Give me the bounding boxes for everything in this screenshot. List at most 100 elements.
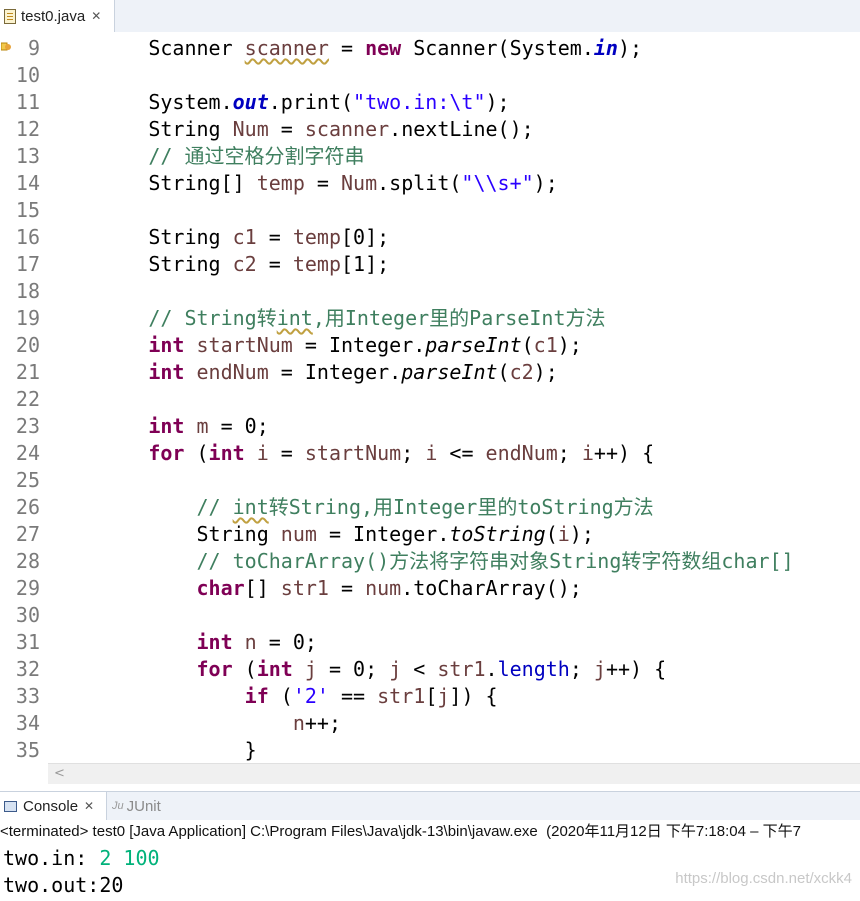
code-token: n bbox=[292, 711, 305, 735]
line-number: 29 bbox=[15, 576, 40, 600]
line-number: 15 bbox=[15, 198, 40, 222]
line-number: 21 bbox=[15, 360, 40, 384]
code-line[interactable]: System.out.print("two.in:\t"); bbox=[52, 89, 510, 116]
code-line[interactable]: String c2 = temp[1]; bbox=[52, 251, 389, 278]
code-line[interactable]: if ('2' == str1[j]) { bbox=[52, 683, 498, 710]
code-token: char bbox=[196, 576, 245, 600]
code-line[interactable]: } bbox=[52, 737, 257, 763]
console-output-line: two.in: 2 100 bbox=[3, 844, 160, 872]
code-token: c2 bbox=[509, 360, 534, 384]
tab-junit-label: JUnit bbox=[126, 797, 161, 815]
code-token: Num bbox=[341, 171, 378, 195]
code-line[interactable]: for (int j = 0; j < str1.length; j++) { bbox=[52, 656, 667, 683]
tab-junit[interactable]: Ju JUnit bbox=[112, 792, 161, 820]
code-token: str1 bbox=[280, 576, 329, 600]
code-token: == bbox=[328, 684, 378, 708]
code-line[interactable]: String num = Integer.toString(i); bbox=[52, 521, 594, 548]
console-status-line: <terminated> test0 [Java Application] C:… bbox=[0, 820, 860, 844]
code-token: String bbox=[52, 522, 281, 546]
code-line[interactable]: int endNum = Integer.parseInt(c2); bbox=[52, 359, 557, 386]
line-number: 32 bbox=[15, 657, 40, 681]
code-token: ( bbox=[268, 684, 293, 708]
line-number: 34 bbox=[15, 711, 40, 735]
code-token: ,用Integer里的ParseInt方法 bbox=[312, 306, 606, 330]
line-number: 35 bbox=[15, 738, 40, 762]
code-token: j bbox=[437, 684, 450, 708]
code-line[interactable]: String c1 = temp[0]; bbox=[52, 224, 389, 251]
code-line[interactable]: int startNum = Integer.parseInt(c1); bbox=[52, 332, 582, 359]
line-number: 26 bbox=[15, 495, 40, 519]
console-output-line: two.out:20 bbox=[3, 873, 124, 897]
code-token: ); bbox=[533, 171, 558, 195]
code-token: startNum bbox=[196, 333, 293, 357]
code-token: = Integer. bbox=[292, 333, 426, 357]
code-token: ; bbox=[401, 441, 426, 465]
line-number: 13 bbox=[15, 144, 40, 168]
code-token: temp bbox=[292, 252, 342, 276]
code-token: int bbox=[276, 306, 313, 330]
code-token: ); bbox=[569, 522, 594, 546]
code-line[interactable]: char[] str1 = num.toCharArray(); bbox=[52, 575, 582, 602]
code-token: } bbox=[52, 738, 257, 762]
code-line[interactable]: String Num = scanner.nextLine(); bbox=[52, 116, 533, 143]
code-token: // 通过空格分割字符串 bbox=[52, 144, 365, 168]
code-token: .split( bbox=[377, 171, 462, 195]
code-line[interactable]: for (int i = startNum; i <= endNum; i++)… bbox=[52, 440, 654, 467]
code-token: new bbox=[365, 36, 402, 60]
editor-tab-bar: test0.java ✕ bbox=[0, 0, 860, 33]
code-line[interactable]: // String转int,用Integer里的ParseInt方法 bbox=[52, 305, 605, 332]
code-token: scanner bbox=[304, 117, 390, 141]
line-number: 17 bbox=[15, 252, 40, 276]
scroll-left-icon[interactable]: < bbox=[54, 766, 65, 781]
code-line[interactable]: int n = 0; bbox=[52, 629, 317, 656]
code-token: // toCharArray()方法将字符串对象String转字符数组char[… bbox=[52, 549, 794, 573]
code-line[interactable]: String[] temp = Num.split("\\s+"); bbox=[52, 170, 558, 197]
code-token: Num bbox=[232, 117, 269, 141]
code-token: = 0; bbox=[256, 630, 317, 654]
line-number: 31 bbox=[15, 630, 40, 654]
line-number: 14 bbox=[15, 171, 40, 195]
code-token: i bbox=[557, 522, 570, 546]
code-line[interactable]: int m = 0; bbox=[52, 413, 268, 440]
code-line[interactable]: // 通过空格分割字符串 bbox=[52, 143, 364, 170]
code-line[interactable]: // int转String,用Integer里的toString方法 bbox=[52, 494, 653, 521]
line-number: 23 bbox=[15, 414, 40, 438]
code-token: scanner bbox=[244, 36, 329, 60]
code-line[interactable]: n++; bbox=[52, 710, 341, 737]
code-token: // String转 bbox=[52, 306, 277, 330]
code-token: = bbox=[268, 117, 305, 141]
console-tab-bar: Console ✕ Ju JUnit bbox=[0, 791, 860, 821]
code-token: ++) { bbox=[593, 441, 655, 465]
code-line[interactable]: // toCharArray()方法将字符串对象String转字符数组char[… bbox=[52, 548, 794, 575]
console-user-input: 2 100 bbox=[99, 846, 160, 870]
code-line[interactable]: Scanner scanner = new Scanner(System.in)… bbox=[52, 35, 642, 62]
code-token: String[] bbox=[52, 171, 257, 195]
code-token: ); bbox=[485, 90, 510, 114]
code-token: for bbox=[148, 441, 185, 465]
code-token: ); bbox=[557, 333, 582, 357]
code-token: Scanner(System. bbox=[401, 36, 594, 60]
code-token: String bbox=[52, 117, 233, 141]
horizontal-scrollbar[interactable]: < bbox=[48, 763, 860, 784]
code-token: = bbox=[328, 576, 366, 600]
close-icon[interactable]: ✕ bbox=[84, 799, 94, 813]
code-token: < bbox=[401, 657, 438, 681]
code-token: = bbox=[304, 171, 341, 195]
code-token: ( bbox=[521, 333, 534, 357]
java-file-icon bbox=[4, 8, 16, 24]
code-token: "\\s+" bbox=[461, 171, 534, 195]
code-token: = bbox=[268, 441, 305, 465]
tab-console[interactable]: Console ✕ bbox=[0, 792, 107, 820]
editor-tab-test0[interactable]: test0.java ✕ bbox=[0, 0, 115, 32]
code-token: .print( bbox=[268, 90, 354, 114]
console-prompt: two.in: bbox=[3, 846, 100, 870]
close-icon[interactable]: ✕ bbox=[91, 9, 101, 23]
tab-console-label: Console bbox=[23, 797, 79, 815]
code-token: int bbox=[232, 495, 269, 519]
code-editor[interactable]: 9 Scanner scanner = new Scanner(System.i… bbox=[0, 32, 860, 763]
console-icon bbox=[4, 800, 17, 812]
